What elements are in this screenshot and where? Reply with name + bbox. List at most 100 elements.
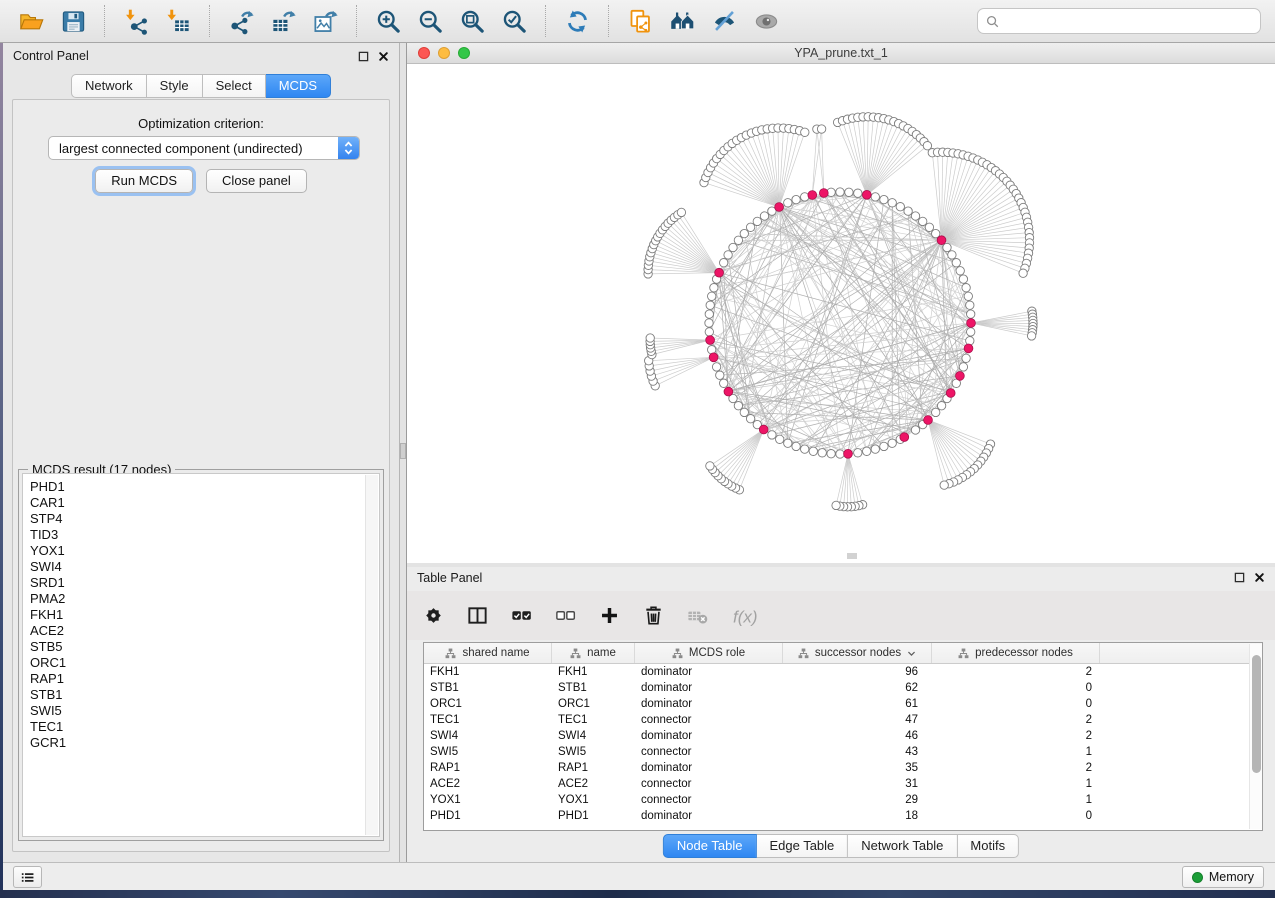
column-header-predecessor-nodes[interactable]: predecessor nodes	[932, 643, 1100, 663]
table-tab-edge-table[interactable]: Edge Table	[756, 834, 848, 858]
search-input[interactable]	[1004, 11, 1260, 31]
search-box[interactable]	[977, 8, 1261, 34]
cytoscape-window: Control Panel NetworkStyleSelectMCDS Opt…	[0, 0, 1275, 898]
table-tab-network-table[interactable]: Network Table	[848, 834, 957, 858]
table-row[interactable]: ORC1ORC1dominator610	[424, 696, 1262, 712]
table-cell: 43	[783, 746, 932, 758]
table-panel: Table Panel f(x) shared namenameMCDS rol…	[407, 567, 1275, 862]
table-row[interactable]: RAP1RAP1dominator352	[424, 760, 1262, 776]
result-list-item[interactable]: SWI5	[30, 703, 379, 719]
deselect-all-icon[interactable]	[554, 604, 577, 627]
table-row[interactable]: FKH1FKH1dominator962	[424, 664, 1262, 680]
tab-style[interactable]: Style	[147, 74, 203, 98]
refresh-icon[interactable]	[562, 6, 592, 36]
mcds-result-list[interactable]: PHD1CAR1STP4TID3YOX1SWI4SRD1PMA2FKH1ACE2…	[22, 473, 380, 837]
table-row[interactable]: PHD1PHD1dominator180	[424, 808, 1262, 824]
result-list-item[interactable]: STP4	[30, 511, 379, 527]
result-list-item[interactable]: FKH1	[30, 607, 379, 623]
result-list-item[interactable]: GCR1	[30, 735, 379, 751]
zoom-selected-icon[interactable]	[499, 6, 529, 36]
criterion-dropdown[interactable]: largest connected component (undirected)	[48, 136, 360, 160]
add-column-icon[interactable]	[598, 604, 621, 627]
zoom-in-icon[interactable]	[373, 6, 403, 36]
show-details-icon[interactable]	[751, 6, 781, 36]
run-mcds-button[interactable]: Run MCDS	[95, 169, 193, 193]
export-table-icon[interactable]	[268, 6, 298, 36]
show-columns-icon[interactable]	[466, 604, 489, 627]
import-network-icon[interactable]	[121, 6, 151, 36]
float-table-panel-icon[interactable]	[1234, 572, 1245, 583]
table-cell: TEC1	[424, 714, 552, 726]
table-row[interactable]: ACE2ACE2connector311	[424, 776, 1262, 792]
table-tab-node-table[interactable]: Node Table	[663, 834, 757, 858]
clone-network-icon[interactable]	[625, 6, 655, 36]
node-table: shared name name MCDS rolesuccessor nodesp…	[423, 642, 1263, 831]
result-list-item[interactable]: RAP1	[30, 671, 379, 687]
result-list-item[interactable]: PHD1	[30, 479, 379, 495]
result-list-item[interactable]: SWI4	[30, 559, 379, 575]
float-panel-icon[interactable]	[358, 51, 369, 62]
network-canvas[interactable]	[407, 64, 1275, 563]
maximize-window-icon[interactable]	[458, 47, 470, 59]
result-list-item[interactable]: STB1	[30, 687, 379, 703]
column-label: name	[587, 647, 616, 659]
table-row[interactable]: SWI5SWI5connector431	[424, 744, 1262, 760]
export-network-icon[interactable]	[226, 6, 256, 36]
column-header-name[interactable]: name	[552, 643, 635, 663]
memory-label: Memory	[1209, 870, 1254, 884]
result-list-scrollbar[interactable]	[365, 475, 378, 835]
result-list-item[interactable]: CAR1	[30, 495, 379, 511]
table-row[interactable]: SWI4SWI4dominator462	[424, 728, 1262, 744]
table-cell: ORC1	[424, 698, 552, 710]
close-panel-icon[interactable]	[378, 51, 389, 62]
network-overview-icon[interactable]	[667, 6, 697, 36]
toolbar-separator	[209, 5, 210, 37]
save-session-icon[interactable]	[58, 6, 88, 36]
result-list-item[interactable]: YOX1	[30, 543, 379, 559]
column-header-successor-nodes[interactable]: successor nodes	[783, 643, 932, 663]
result-list-item[interactable]: TID3	[30, 527, 379, 543]
table-scrollbar-thumb[interactable]	[1252, 655, 1261, 773]
close-panel-button[interactable]: Close panel	[206, 169, 307, 193]
table-settings-icon[interactable]	[422, 604, 445, 627]
select-all-icon[interactable]	[510, 604, 533, 627]
import-table-icon[interactable]	[163, 6, 193, 36]
close-table-panel-icon[interactable]	[1254, 572, 1265, 583]
open-session-icon[interactable]	[16, 6, 46, 36]
table-cell: YOX1	[424, 794, 552, 806]
minimize-window-icon[interactable]	[438, 47, 450, 59]
network-title: YPA_prune.txt_1	[794, 46, 888, 60]
result-list-item[interactable]: ACE2	[30, 623, 379, 639]
delete-column-icon[interactable]	[642, 604, 665, 627]
table-cell: 0	[932, 682, 1100, 694]
toolbar-separator	[608, 5, 609, 37]
table-row[interactable]: TEC1TEC1connector472	[424, 712, 1262, 728]
vertical-splitter[interactable]	[400, 43, 407, 862]
splitter-handle[interactable]	[400, 443, 406, 459]
table-cell: 29	[783, 794, 932, 806]
memory-button[interactable]: Memory	[1182, 866, 1264, 888]
table-scrollbar[interactable]	[1249, 644, 1262, 829]
close-window-icon[interactable]	[418, 47, 430, 59]
criterion-value: largest connected component (undirected)	[49, 141, 338, 156]
export-image-icon[interactable]	[310, 6, 340, 36]
zoom-fit-icon[interactable]	[457, 6, 487, 36]
result-list-item[interactable]: PMA2	[30, 591, 379, 607]
result-list-item[interactable]: SRD1	[30, 575, 379, 591]
tab-select[interactable]: Select	[203, 74, 266, 98]
table-cell: 62	[783, 682, 932, 694]
zoom-out-icon[interactable]	[415, 6, 445, 36]
table-cell: connector	[635, 778, 783, 790]
table-row[interactable]: STB1STB1dominator620	[424, 680, 1262, 696]
hide-details-icon[interactable]	[709, 6, 739, 36]
result-list-item[interactable]: ORC1	[30, 655, 379, 671]
result-list-item[interactable]: TEC1	[30, 719, 379, 735]
column-header-shared-name[interactable]: shared name	[424, 643, 552, 663]
table-tab-motifs[interactable]: Motifs	[957, 834, 1019, 858]
column-header-MCDS-role[interactable]: MCDS role	[635, 643, 783, 663]
task-history-button[interactable]	[13, 866, 42, 888]
result-list-item[interactable]: STB5	[30, 639, 379, 655]
table-row[interactable]: YOX1YOX1connector291	[424, 792, 1262, 808]
tab-network[interactable]: Network	[71, 74, 147, 98]
tab-mcds[interactable]: MCDS	[266, 74, 331, 98]
